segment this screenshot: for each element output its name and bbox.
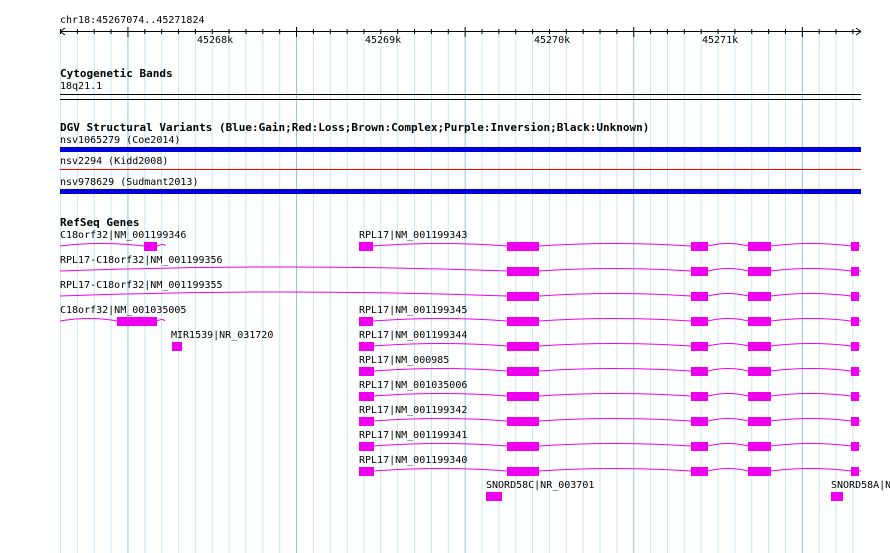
gene-label[interactable]: RPL17-C18orf32|NM_001199355: [60, 280, 223, 291]
gene-exon: [507, 267, 539, 276]
gene-exon: [748, 442, 771, 451]
gene-label[interactable]: RPL17|NM_001035006: [359, 380, 467, 391]
gene-exon: [748, 392, 771, 401]
gene-exon: [851, 442, 859, 451]
gene-label[interactable]: SNORD58C|NR_003701: [486, 480, 594, 491]
gene-exon: [172, 342, 182, 351]
gene-label[interactable]: RPL17|NM_001199341: [359, 430, 467, 441]
gene-exon: [748, 267, 771, 276]
gene-exon: [691, 242, 708, 251]
track-canvas: [59, 27, 862, 553]
gene-exon: [486, 492, 502, 501]
gene-exon: [851, 392, 859, 401]
genome-browser-view: chr18:45267074..45271824 45268k 45269k 4…: [0, 0, 890, 553]
gene-exon: [507, 342, 539, 351]
gene-label[interactable]: RPL17|NM_001199345: [359, 305, 467, 316]
gene-intron-line: [373, 418, 861, 422]
gene-exon: [359, 317, 373, 326]
gene-exon: [691, 442, 708, 451]
gene-exon: [507, 392, 539, 401]
gene-exon: [851, 292, 859, 301]
gene-exon: [117, 317, 157, 326]
gene-exon: [691, 292, 708, 301]
refseq-track-title[interactable]: RefSeq Genes: [60, 216, 139, 229]
ruler-tick-label: 45268k: [197, 35, 234, 46]
cytoband-label[interactable]: 18q21.1: [60, 81, 102, 92]
ruler-tick-label: 45269k: [365, 35, 402, 46]
gene-exon: [359, 392, 374, 401]
gene-label[interactable]: MIR1539|NR_031720: [171, 330, 273, 341]
gene-exon: [851, 467, 859, 476]
cytoband-track-title[interactable]: Cytogenetic Bands: [60, 67, 173, 80]
gene-label[interactable]: SNORD58A|N: [831, 480, 890, 491]
dgv-variant-label[interactable]: nsv1065279 (Coe2014): [60, 135, 180, 146]
gene-exon: [691, 342, 708, 351]
gene-exon: [748, 242, 771, 251]
gene-intron-line: [59, 291, 508, 297]
gene-intron-line: [373, 468, 861, 472]
dgv-variant-bar: [60, 147, 861, 152]
dgv-variant-bar: [60, 189, 861, 194]
gene-exon: [691, 367, 708, 376]
gene-exon: [359, 342, 374, 351]
dgv-track-title[interactable]: DGV Structural Variants (Blue:Gain;Red:L…: [60, 121, 649, 134]
gene-exon: [851, 417, 859, 426]
gene-intron-line: [59, 266, 508, 272]
gene-exon: [748, 467, 771, 476]
gene-exon: [851, 242, 859, 251]
gene-exon: [691, 267, 708, 276]
gene-exon: [507, 242, 539, 251]
gene-exon: [851, 317, 859, 326]
gene-label[interactable]: C18orf32|NM_001035005: [60, 305, 186, 316]
gene-exon: [691, 467, 708, 476]
gene-label[interactable]: RPL17-C18orf32|NM_001199356: [60, 255, 223, 266]
dgv-variant-label[interactable]: nsv978629 (Sudmant2013): [60, 177, 198, 188]
location-label: chr18:45267074..45271824: [60, 15, 205, 26]
ruler-tick-label: 45271k: [702, 35, 739, 46]
gene-intron-line: [373, 443, 861, 447]
gene-exon: [851, 342, 859, 351]
gene-exon: [359, 242, 373, 251]
gene-label[interactable]: RPL17|NM_001199342: [359, 405, 467, 416]
gene-exon: [507, 442, 539, 451]
gene-exon: [748, 417, 771, 426]
gene-intron-line: [373, 393, 861, 397]
gene-exon: [748, 317, 771, 326]
gene-exon: [359, 467, 374, 476]
gene-exon: [507, 292, 539, 301]
gene-exon: [748, 292, 771, 301]
gene-exon: [144, 242, 157, 251]
gene-exon: [748, 342, 771, 351]
gene-label[interactable]: RPL17|NM_001199344: [359, 330, 467, 341]
gene-exon: [507, 317, 539, 326]
gene-exon: [831, 492, 843, 501]
gene-intron-line: [373, 343, 861, 347]
gene-exon: [507, 417, 539, 426]
gene-exon: [359, 442, 374, 451]
gene-exon: [851, 367, 859, 376]
gene-label[interactable]: RPL17|NM_000985: [359, 355, 449, 366]
gene-exon: [691, 417, 708, 426]
gene-exon: [851, 267, 859, 276]
dgv-variant-label[interactable]: nsv2294 (Kidd2008): [60, 156, 168, 167]
gene-exon: [748, 367, 771, 376]
gene-exon: [691, 317, 708, 326]
gene-label[interactable]: RPL17|NM_001199343: [359, 230, 467, 241]
gene-intron-line: [373, 368, 861, 372]
gene-exon: [359, 367, 374, 376]
gene-exon: [507, 467, 539, 476]
gene-exon: [691, 392, 708, 401]
gene-label[interactable]: RPL17|NM_001199340: [359, 455, 467, 466]
gene-exon: [507, 367, 539, 376]
ruler-tick-label: 45270k: [534, 35, 571, 46]
gene-exon: [359, 417, 374, 426]
gene-label[interactable]: C18orf32|NM_001199346: [60, 230, 186, 241]
